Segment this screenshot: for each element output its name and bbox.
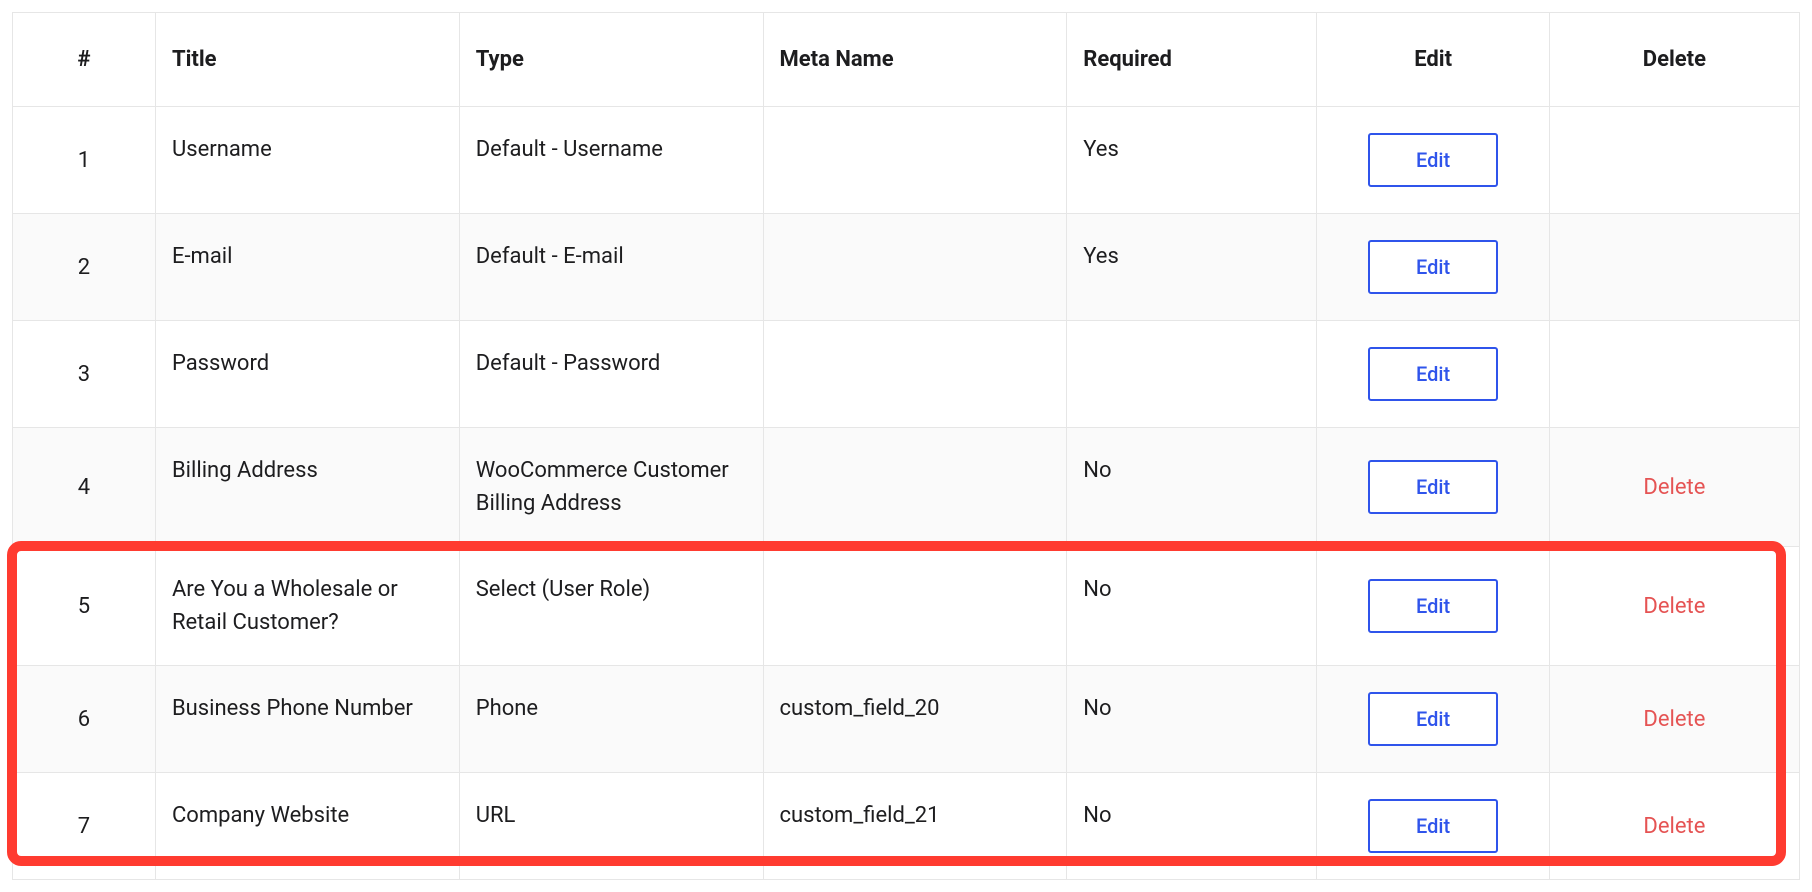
- edit-button[interactable]: Edit: [1368, 460, 1498, 514]
- cell-required: No: [1067, 666, 1317, 773]
- cell-title: Password: [155, 321, 459, 428]
- cell-delete: [1549, 321, 1799, 428]
- cell-delete: Delete: [1549, 428, 1799, 547]
- cell-delete: Delete: [1549, 773, 1799, 880]
- fields-table: # Title Type Meta Name Required Edit Del…: [12, 12, 1800, 880]
- cell-required: Yes: [1067, 107, 1317, 214]
- delete-link[interactable]: Delete: [1643, 707, 1705, 732]
- cell-required: [1067, 321, 1317, 428]
- edit-button[interactable]: Edit: [1368, 240, 1498, 294]
- cell-meta: custom_field_20: [763, 666, 1067, 773]
- edit-button[interactable]: Edit: [1368, 799, 1498, 853]
- col-header-required: Required: [1067, 13, 1317, 107]
- cell-title: Billing Address: [155, 428, 459, 547]
- cell-number: 3: [13, 321, 156, 428]
- cell-required: No: [1067, 428, 1317, 547]
- col-header-type: Type: [459, 13, 763, 107]
- cell-meta: [763, 547, 1067, 666]
- cell-type: WooCommerce Customer Billing Address: [459, 428, 763, 547]
- cell-type: Default - Username: [459, 107, 763, 214]
- cell-meta: [763, 214, 1067, 321]
- col-header-edit: Edit: [1317, 13, 1549, 107]
- cell-meta: [763, 107, 1067, 214]
- cell-required: No: [1067, 547, 1317, 666]
- cell-number: 1: [13, 107, 156, 214]
- cell-number: 2: [13, 214, 156, 321]
- edit-button[interactable]: Edit: [1368, 347, 1498, 401]
- cell-delete: [1549, 107, 1799, 214]
- cell-number: 5: [13, 547, 156, 666]
- table-row: 5Are You a Wholesale or Retail Customer?…: [13, 547, 1800, 666]
- cell-edit: Edit: [1317, 666, 1549, 773]
- cell-title: Username: [155, 107, 459, 214]
- table-row: 4Billing AddressWooCommerce Customer Bil…: [13, 428, 1800, 547]
- cell-type: Default - E-mail: [459, 214, 763, 321]
- cell-delete: Delete: [1549, 666, 1799, 773]
- edit-button[interactable]: Edit: [1368, 692, 1498, 746]
- cell-edit: Edit: [1317, 773, 1549, 880]
- cell-title: Are You a Wholesale or Retail Customer?: [155, 547, 459, 666]
- cell-type: Phone: [459, 666, 763, 773]
- cell-number: 7: [13, 773, 156, 880]
- cell-number: 6: [13, 666, 156, 773]
- cell-edit: Edit: [1317, 547, 1549, 666]
- edit-button[interactable]: Edit: [1368, 579, 1498, 633]
- cell-edit: Edit: [1317, 321, 1549, 428]
- cell-title: Company Website: [155, 773, 459, 880]
- cell-required: No: [1067, 773, 1317, 880]
- cell-edit: Edit: [1317, 214, 1549, 321]
- col-header-delete: Delete: [1549, 13, 1799, 107]
- cell-required: Yes: [1067, 214, 1317, 321]
- col-header-meta: Meta Name: [763, 13, 1067, 107]
- table-header-row: # Title Type Meta Name Required Edit Del…: [13, 13, 1800, 107]
- cell-number: 4: [13, 428, 156, 547]
- table-row: 7Company WebsiteURLcustom_field_21No Edit…: [13, 773, 1800, 880]
- cell-type: Select (User Role): [459, 547, 763, 666]
- cell-type: Default - Password: [459, 321, 763, 428]
- cell-title: E-mail: [155, 214, 459, 321]
- edit-button[interactable]: Edit: [1368, 133, 1498, 187]
- cell-meta: [763, 321, 1067, 428]
- col-header-number: #: [13, 13, 156, 107]
- table-row: 6Business Phone NumberPhonecustom_field_…: [13, 666, 1800, 773]
- table-row: 3PasswordDefault - Password Edit: [13, 321, 1800, 428]
- delete-link[interactable]: Delete: [1643, 475, 1705, 500]
- cell-edit: Edit: [1317, 107, 1549, 214]
- delete-link[interactable]: Delete: [1643, 594, 1705, 619]
- cell-title: Business Phone Number: [155, 666, 459, 773]
- cell-meta: [763, 428, 1067, 547]
- cell-delete: Delete: [1549, 547, 1799, 666]
- cell-meta: custom_field_21: [763, 773, 1067, 880]
- cell-type: URL: [459, 773, 763, 880]
- cell-delete: [1549, 214, 1799, 321]
- table-row: 2E-mailDefault - E-mail Yes Edit: [13, 214, 1800, 321]
- table-row: 1UsernameDefault - Username Yes Edit: [13, 107, 1800, 214]
- cell-edit: Edit: [1317, 428, 1549, 547]
- col-header-title: Title: [155, 13, 459, 107]
- delete-link[interactable]: Delete: [1643, 814, 1705, 839]
